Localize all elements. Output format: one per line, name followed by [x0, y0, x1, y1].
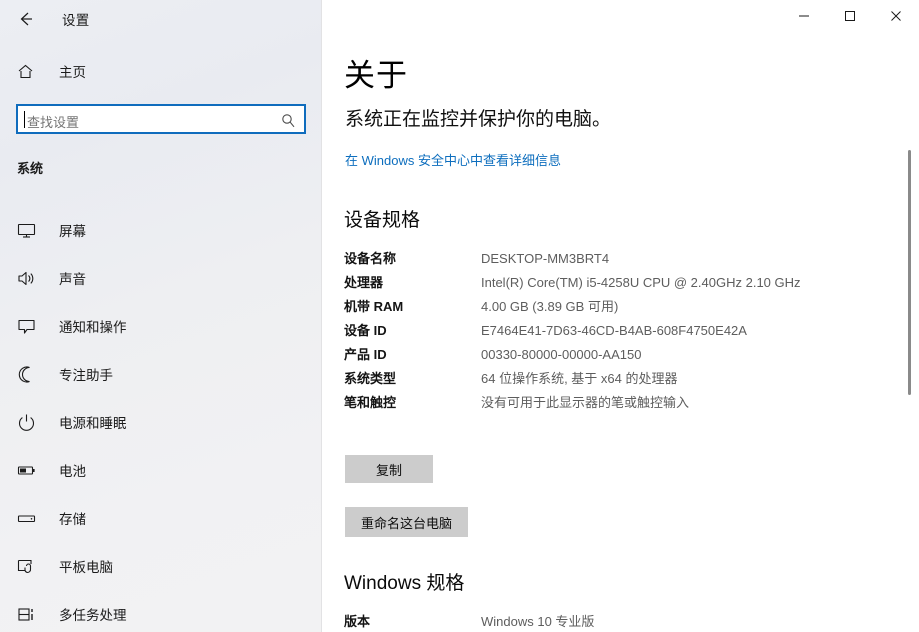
table-row: 笔和触控 没有可用于此显示器的笔或触控输入	[344, 394, 904, 411]
spec-label: 产品 ID	[344, 347, 387, 362]
table-row: 处理器 Intel(R) Core(TM) i5-4258U CPU @ 2.4…	[344, 274, 904, 291]
speaker-icon	[17, 269, 41, 288]
window-controls	[781, 0, 919, 32]
spec-label: 设备 ID	[344, 323, 387, 338]
search-icon[interactable]	[281, 113, 296, 128]
multitasking-icon	[17, 605, 41, 624]
chat-bubble-icon	[17, 317, 41, 336]
windows-security-link[interactable]: 在 Windows 安全中心中查看详细信息	[345, 150, 561, 169]
vertical-scrollbar[interactable]	[904, 40, 916, 632]
back-button[interactable]	[8, 2, 44, 36]
spec-value: 4.00 GB (3.89 GB 可用)	[481, 299, 619, 314]
spec-value: Intel(R) Core(TM) i5-4258U CPU @ 2.40GHz…	[481, 275, 801, 290]
app-title: 设置	[62, 13, 90, 28]
power-icon	[17, 413, 41, 432]
scrollbar-thumb[interactable]	[908, 150, 911, 395]
sidebar-item-home-label: 主页	[59, 65, 86, 80]
minimize-button[interactable]	[781, 0, 827, 32]
sidebar-item-storage[interactable]: 存储	[0, 494, 321, 542]
sidebar-item-power-sleep-label: 电源和睡眠	[59, 416, 127, 431]
home-icon	[17, 63, 39, 80]
rename-pc-button[interactable]: 重命名这台电脑	[345, 507, 468, 537]
spec-label: 处理器	[344, 275, 384, 290]
sidebar-item-sound-label: 声音	[59, 272, 86, 287]
search-placeholder: 查找设置	[27, 115, 80, 130]
back-arrow-icon	[20, 12, 32, 26]
device-spec-heading: 设备规格	[344, 210, 421, 231]
sidebar-item-notifications-label: 通知和操作	[59, 320, 127, 335]
main-content: 关于 系统正在监控并保护你的电脑。 在 Windows 安全中心中查看详细信息 …	[322, 0, 919, 632]
sidebar-item-sound[interactable]: 声音	[0, 254, 321, 302]
moon-icon	[17, 365, 41, 384]
sidebar-item-focus-assist-label: 专注助手	[59, 368, 113, 383]
sidebar-item-home[interactable]: 主页	[0, 56, 321, 86]
sidebar-item-multitasking[interactable]: 多任务处理	[0, 590, 321, 632]
spec-value: 64 位操作系统, 基于 x64 的处理器	[481, 371, 678, 386]
spec-label: 笔和触控	[344, 395, 397, 410]
text-caret	[24, 111, 25, 128]
sidebar-item-tablet[interactable]: 平板电脑	[0, 542, 321, 590]
battery-icon	[17, 461, 41, 480]
minimize-icon	[799, 15, 809, 17]
sidebar-item-storage-label: 存储	[59, 512, 86, 527]
table-row: 版本 Windows 10 专业版	[344, 613, 904, 630]
sidebar-nav-list: 屏幕 声音 通知和操作 专注助手 电源和睡眠 电池 存储 平板电脑 多任务处理	[0, 206, 321, 632]
spec-label: 版本	[344, 614, 371, 629]
sidebar-section-title: 系统	[17, 161, 44, 176]
windows-spec-table: 版本 Windows 10 专业版	[344, 613, 904, 632]
windows-spec-heading: Windows 规格	[344, 573, 465, 594]
settings-sidebar: 主页 查找设置 系统 屏幕 声音 通知和操作 专注助手 电源和睡眠 电池 存储 …	[0, 0, 322, 632]
spec-label: 机带 RAM	[344, 299, 404, 314]
maximize-button[interactable]	[827, 0, 873, 32]
close-button[interactable]	[873, 0, 919, 32]
sidebar-item-multitasking-label: 多任务处理	[59, 608, 127, 623]
spec-value: E7464E41-7D63-46CD-B4AB-608F4750E42A	[481, 323, 747, 338]
copy-button[interactable]: 复制	[345, 455, 433, 483]
close-icon	[891, 11, 901, 21]
page-subtitle: 系统正在监控并保护你的电脑。	[345, 109, 612, 130]
tablet-hand-icon	[17, 557, 41, 576]
spec-value: 没有可用于此显示器的笔或触控输入	[481, 395, 690, 410]
maximize-icon	[845, 11, 855, 21]
spec-value: 00330-80000-00000-AA150	[481, 347, 642, 362]
sidebar-item-focus-assist[interactable]: 专注助手	[0, 350, 321, 398]
spec-label: 系统类型	[344, 371, 397, 386]
table-row: 设备 ID E7464E41-7D63-46CD-B4AB-608F4750E4…	[344, 322, 904, 339]
sidebar-item-display-label: 屏幕	[59, 224, 86, 239]
monitor-icon	[17, 221, 41, 240]
table-row: 系统类型 64 位操作系统, 基于 x64 的处理器	[344, 370, 904, 387]
sidebar-item-battery-label: 电池	[59, 464, 86, 479]
spec-label: 设备名称	[344, 251, 397, 266]
sidebar-item-display[interactable]: 屏幕	[0, 206, 321, 254]
page-title: 关于	[344, 58, 408, 93]
drive-icon	[17, 509, 41, 528]
sidebar-item-battery[interactable]: 电池	[0, 446, 321, 494]
table-row: 设备名称 DESKTOP-MM3BRT4	[344, 250, 904, 267]
sidebar-item-power-sleep[interactable]: 电源和睡眠	[0, 398, 321, 446]
sidebar-item-notifications[interactable]: 通知和操作	[0, 302, 321, 350]
sidebar-item-tablet-label: 平板电脑	[59, 560, 113, 575]
table-row: 机带 RAM 4.00 GB (3.89 GB 可用)	[344, 298, 904, 315]
spec-value: DESKTOP-MM3BRT4	[481, 251, 610, 266]
table-row: 产品 ID 00330-80000-00000-AA150	[344, 346, 904, 363]
device-spec-table: 设备名称 DESKTOP-MM3BRT4 处理器 Intel(R) Core(T…	[344, 250, 904, 418]
search-input[interactable]: 查找设置	[16, 104, 306, 134]
title-bar: 设置	[0, 0, 919, 40]
spec-value: Windows 10 专业版	[481, 614, 595, 629]
